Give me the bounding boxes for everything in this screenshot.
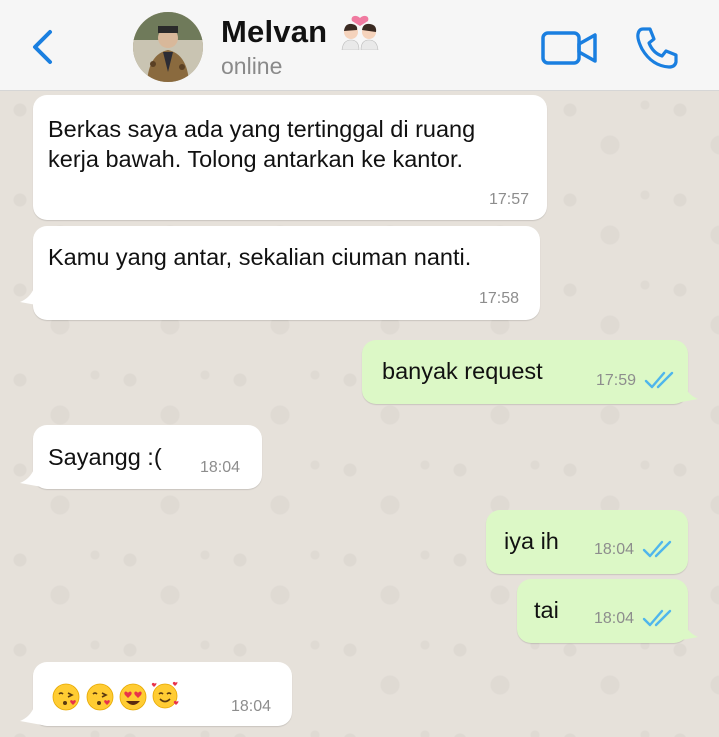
avatar[interactable]	[133, 12, 203, 82]
bubble-tail	[20, 707, 42, 725]
message-bubble-incoming[interactable]: Berkas saya ada yang tertinggal di ruang…	[33, 95, 547, 220]
heart-eyes-face-icon	[119, 683, 147, 711]
message-bubble-outgoing[interactable]: tai 18:04	[517, 579, 688, 643]
bubble-tail	[676, 623, 698, 641]
message-text: kerja bawah. Tolong antarkan ke kantor.	[48, 146, 464, 172]
message-time: 17:58	[479, 290, 520, 307]
bubble-tail	[20, 288, 42, 306]
message-text: iya ih	[504, 528, 559, 554]
message-text: banyak request	[382, 358, 543, 384]
face-blowing-kiss-icon	[86, 683, 114, 711]
message-time: 18:04	[200, 459, 241, 476]
bubble-tail	[20, 469, 42, 487]
contact-status: online	[221, 53, 283, 79]
message-bubble-incoming[interactable]: Kamu yang antar, sekalian ciuman nanti. …	[33, 226, 540, 320]
message-bubble-outgoing[interactable]: iya ih 18:04	[486, 510, 688, 574]
message-time: 18:04	[594, 541, 635, 558]
message-text: tai	[534, 597, 559, 623]
message-time: 18:04	[594, 610, 635, 627]
message-bubble-incoming[interactable]: 18:04	[33, 662, 292, 726]
kiss-couple-emoji-icon	[341, 15, 379, 50]
phone-icon[interactable]	[634, 25, 680, 71]
message-bubble-outgoing[interactable]: banyak request 17:59	[362, 340, 688, 404]
message-text: Sayangg :(	[48, 444, 162, 470]
chevron-left-icon[interactable]	[26, 28, 60, 66]
read-ticks-icon	[642, 609, 672, 627]
contact-name[interactable]: Melvan	[221, 14, 327, 50]
video-camera-icon[interactable]	[540, 28, 598, 68]
chat-header: Melvan online	[0, 0, 719, 91]
read-ticks-icon	[642, 540, 672, 558]
read-ticks-icon	[644, 371, 674, 389]
message-time: 17:57	[489, 191, 530, 208]
smiling-face-with-hearts-icon	[151, 681, 179, 709]
message-time: 17:59	[596, 372, 637, 389]
face-blowing-kiss-icon	[52, 683, 80, 711]
message-text: Kamu yang antar, sekalian ciuman nanti.	[48, 244, 472, 270]
message-time: 18:04	[231, 698, 272, 715]
message-bubble-incoming[interactable]: Sayangg :( 18:04	[33, 425, 262, 489]
bubble-tail	[676, 385, 698, 403]
